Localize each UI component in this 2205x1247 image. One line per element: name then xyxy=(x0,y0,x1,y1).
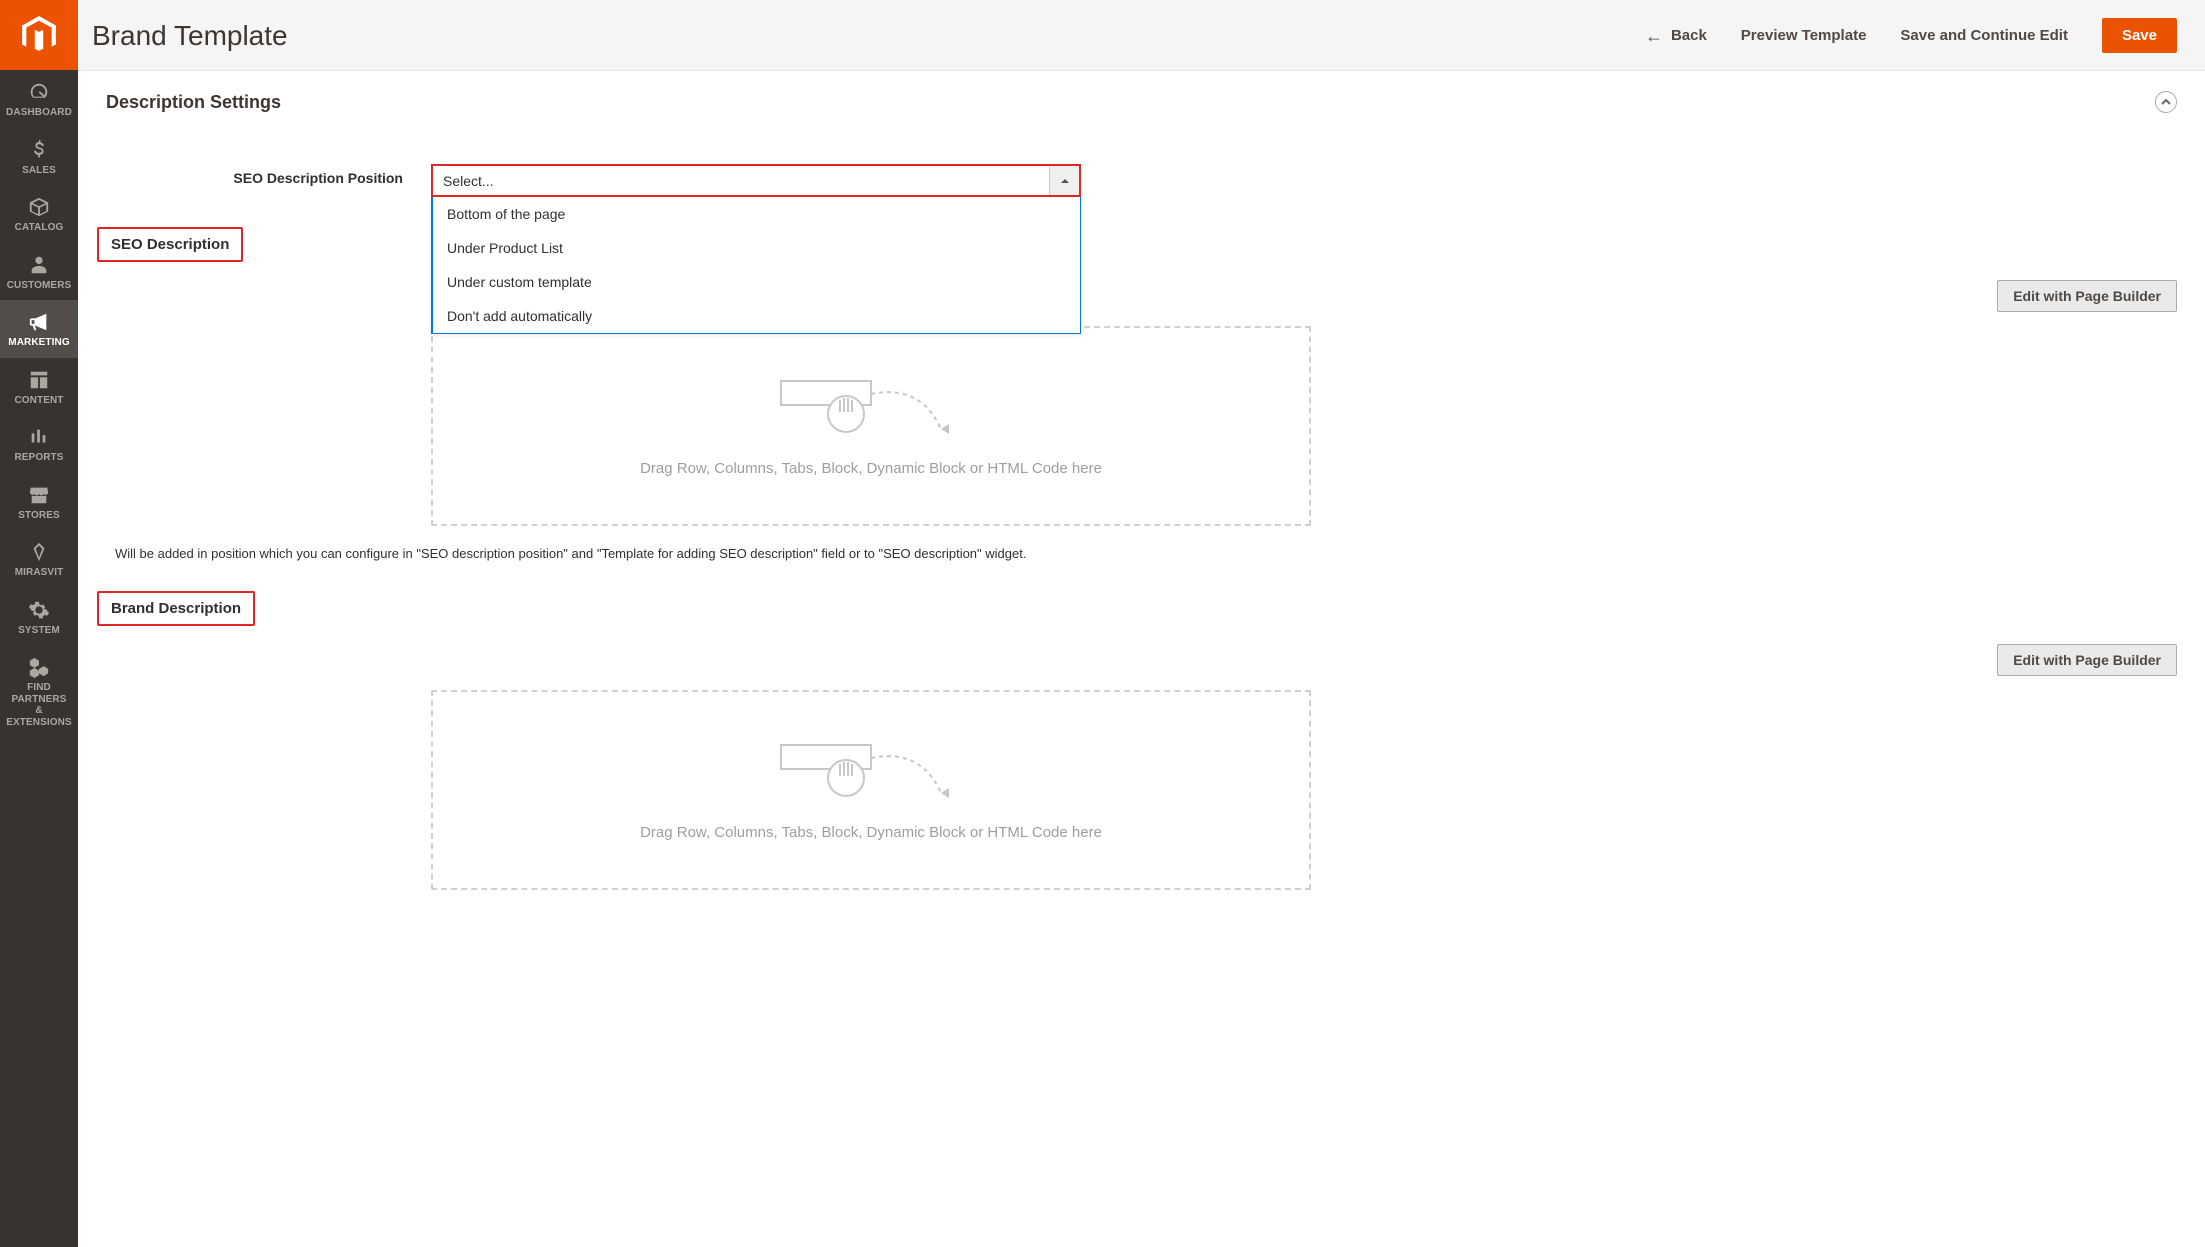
arrow-left-icon: ← xyxy=(1645,27,1663,45)
magento-logo-icon xyxy=(22,16,56,54)
person-icon xyxy=(28,254,50,276)
page-title: Brand Template xyxy=(92,20,288,52)
sidebar-item-dashboard[interactable]: DASHBOARD xyxy=(0,70,78,128)
select-toggle[interactable] xyxy=(1049,166,1079,195)
sidebar-item-partners[interactable]: FIND PARTNERS & EXTENSIONS xyxy=(0,645,78,737)
brand-description-label: Brand Description xyxy=(97,591,255,626)
select-option[interactable]: Under Product List xyxy=(431,231,1080,265)
sidebar-item-label: MARKETING xyxy=(8,337,69,349)
save-button[interactable]: Save xyxy=(2102,18,2177,53)
field-label: SEO Description Position xyxy=(106,164,431,186)
boxes-icon xyxy=(28,656,50,678)
sidebar-item-stores[interactable]: STORES xyxy=(0,473,78,531)
sidebar-item-label: REPORTS xyxy=(14,452,63,464)
dropzone-text: Drag Row, Columns, Tabs, Block, Dynamic … xyxy=(640,460,1102,477)
dollar-icon xyxy=(28,139,50,161)
sidebar-item-label: SALES xyxy=(22,165,56,177)
back-button[interactable]: ← Back xyxy=(1645,27,1707,45)
select-option[interactable]: Under custom template xyxy=(431,265,1080,299)
seo-position-select[interactable]: Select... Bottom of the page Under Produ… xyxy=(431,164,1081,197)
megaphone-icon xyxy=(28,311,50,333)
layout-icon xyxy=(28,369,50,391)
brand-description-section-header: Brand Description xyxy=(106,591,2177,626)
page-header: Brand Template ← Back Preview Template S… xyxy=(78,0,2205,71)
panel-header: Description Settings xyxy=(106,71,2177,129)
drag-hint-icon xyxy=(771,376,971,436)
sidebar-item-label: FIND PARTNERS & EXTENSIONS xyxy=(2,682,76,728)
sidebar-item-label: MIRASVIT xyxy=(15,567,64,579)
brand-description-dropzone[interactable]: Drag Row, Columns, Tabs, Block, Dynamic … xyxy=(431,690,1311,890)
drag-hint-icon xyxy=(771,740,971,800)
diamond-icon xyxy=(28,541,50,563)
sidebar-item-marketing[interactable]: MARKETING xyxy=(0,300,78,358)
edit-page-builder-button[interactable]: Edit with Page Builder xyxy=(1997,280,2177,312)
save-continue-button[interactable]: Save and Continue Edit xyxy=(1900,27,2068,44)
collapse-toggle[interactable] xyxy=(2155,91,2177,113)
gear-icon xyxy=(28,599,50,621)
main: Brand Template ← Back Preview Template S… xyxy=(78,0,2205,1247)
preview-template-button[interactable]: Preview Template xyxy=(1741,27,1867,44)
sidebar-item-content[interactable]: CONTENT xyxy=(0,358,78,416)
select-value: Select... xyxy=(433,166,1049,195)
panel-title: Description Settings xyxy=(106,92,281,113)
select-option[interactable]: Bottom of the page xyxy=(431,197,1080,231)
sidebar-item-mirasvit[interactable]: MIRASVIT xyxy=(0,530,78,588)
seo-description-note: Will be added in position which you can … xyxy=(115,546,2177,561)
sidebar-item-customers[interactable]: CUSTOMERS xyxy=(0,243,78,301)
store-icon xyxy=(28,484,50,506)
seo-description-section-header: SEO Description xyxy=(106,227,2177,262)
sidebar-item-system[interactable]: SYSTEM xyxy=(0,588,78,646)
page-builder-actions: Edit with Page Builder xyxy=(106,280,2177,312)
gauge-icon xyxy=(28,81,50,103)
select-dropdown: Bottom of the page Under Product List Un… xyxy=(431,197,1081,334)
bars-icon xyxy=(28,426,50,448)
content: Description Settings SEO Description Pos… xyxy=(78,71,2205,930)
seo-description-label: SEO Description xyxy=(97,227,243,262)
sidebar-item-label: CATALOG xyxy=(15,222,64,234)
select-option[interactable]: Don't add automatically xyxy=(431,299,1080,333)
sidebar-item-catalog[interactable]: CATALOG xyxy=(0,185,78,243)
back-label: Back xyxy=(1671,27,1707,44)
page-builder-actions: Edit with Page Builder xyxy=(106,644,2177,676)
chevron-up-icon xyxy=(1061,177,1069,185)
edit-page-builder-button[interactable]: Edit with Page Builder xyxy=(1997,644,2177,676)
field-seo-description-position: SEO Description Position Select... Botto… xyxy=(106,129,2177,197)
chevron-up-icon xyxy=(2161,97,2171,107)
select-display[interactable]: Select... xyxy=(431,164,1081,197)
sidebar-item-label: CONTENT xyxy=(14,395,63,407)
sidebar-item-label: CUSTOMERS xyxy=(7,280,72,292)
sidebar: DASHBOARD SALES CATALOG CUSTOMERS MARKET… xyxy=(0,0,78,1247)
sidebar-item-reports[interactable]: REPORTS xyxy=(0,415,78,473)
box-icon xyxy=(28,196,50,218)
sidebar-item-sales[interactable]: SALES xyxy=(0,128,78,186)
magento-logo[interactable] xyxy=(0,0,78,70)
sidebar-item-label: STORES xyxy=(18,510,60,522)
dropzone-text: Drag Row, Columns, Tabs, Block, Dynamic … xyxy=(640,824,1102,841)
seo-description-dropzone[interactable]: Drag Row, Columns, Tabs, Block, Dynamic … xyxy=(431,326,1311,526)
header-actions: ← Back Preview Template Save and Continu… xyxy=(1645,18,2177,53)
sidebar-item-label: DASHBOARD xyxy=(6,107,72,119)
sidebar-item-label: SYSTEM xyxy=(18,625,60,637)
